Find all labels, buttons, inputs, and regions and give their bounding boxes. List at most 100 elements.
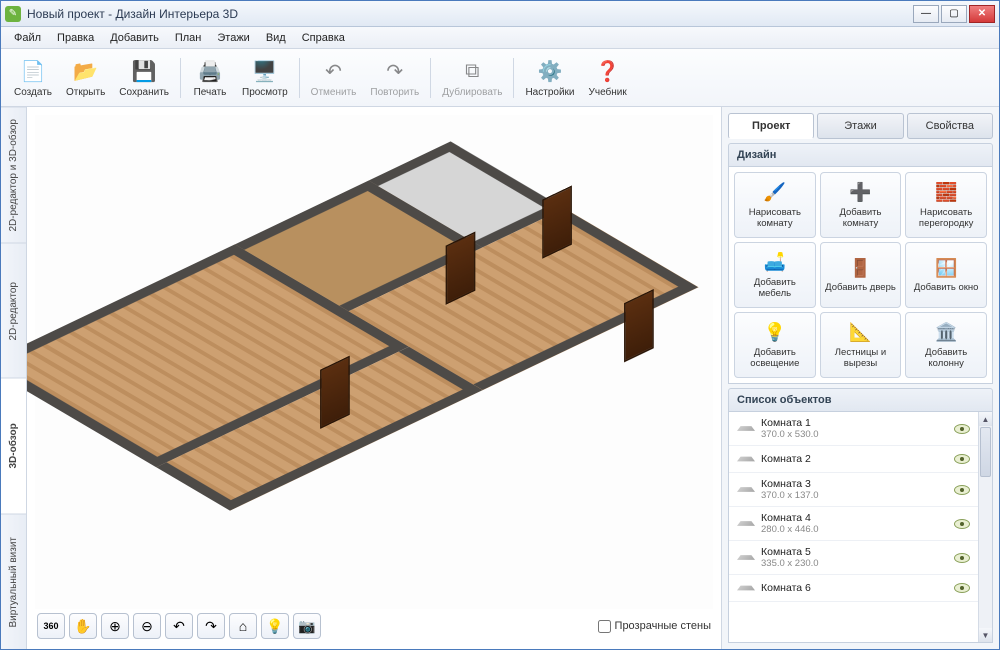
transparent-walls-label: Прозрачные стены — [615, 620, 711, 632]
minimize-button[interactable]: — — [913, 5, 939, 23]
left-tab-virtual[interactable]: Виртуальный визит — [1, 514, 26, 650]
visibility-eye-icon[interactable] — [954, 553, 970, 563]
preview-button[interactable]: 🖥️ Просмотр — [235, 54, 295, 101]
draw-room-icon: 🖌️ — [764, 182, 786, 204]
object-row[interactable]: Комната 5335.0 x 230.0 — [729, 541, 978, 575]
visibility-eye-icon[interactable] — [954, 454, 970, 464]
toolbar-separator — [180, 58, 181, 98]
visibility-eye-icon[interactable] — [954, 519, 970, 529]
redo-label: Повторить — [370, 87, 419, 98]
redo-icon: ↷ — [381, 57, 409, 85]
view-shot-button[interactable]: 📷 — [293, 613, 321, 639]
transparent-walls-input[interactable] — [598, 620, 611, 633]
tutorial-label: Учебник — [589, 87, 627, 98]
window-title: Новый проект - Дизайн Интерьера 3D — [27, 7, 913, 21]
visibility-eye-icon[interactable] — [954, 424, 970, 434]
titlebar: ✎ Новый проект - Дизайн Интерьера 3D — ▢… — [1, 1, 999, 27]
menu-справка[interactable]: Справка — [295, 30, 352, 46]
object-row[interactable]: Комната 2 — [729, 446, 978, 473]
view-home-button[interactable]: ⌂ — [229, 613, 257, 639]
menu-этажи[interactable]: Этажи — [210, 30, 256, 46]
undo-icon: ↶ — [320, 57, 348, 85]
visibility-eye-icon[interactable] — [954, 485, 970, 495]
add-furniture-label: Добавить мебель — [737, 277, 813, 299]
object-dimensions: 370.0 x 137.0 — [761, 490, 948, 501]
add-furniture-icon: 🛋️ — [764, 252, 786, 274]
preview-label: Просмотр — [242, 87, 288, 98]
panel-tab-project[interactable]: Проект — [728, 113, 814, 139]
tool-stairs[interactable]: 📐Лестницы и вырезы — [820, 312, 902, 378]
open-button[interactable]: 📂Открыть — [59, 54, 112, 101]
view-pan-button[interactable]: ✋ — [69, 613, 97, 639]
object-name: Комната 1 — [761, 417, 948, 429]
panel-tab-floors[interactable]: Этажи — [817, 113, 903, 139]
save-button[interactable]: 💾Сохранить — [112, 54, 176, 101]
view-zoomout-button[interactable]: ⊖ — [133, 613, 161, 639]
object-row[interactable]: Комната 4280.0 x 446.0 — [729, 507, 978, 541]
add-room-label: Добавить комнату — [823, 207, 899, 229]
objects-list[interactable]: Комната 1370.0 x 530.0 Комната 2 Комната 3… — [729, 412, 978, 642]
tool-draw-room[interactable]: 🖌️Нарисовать комнату — [734, 172, 816, 238]
print-button[interactable]: 🖨️ Печать — [185, 54, 235, 101]
menu-план[interactable]: План — [168, 30, 209, 46]
left-tab-2d[interactable]: 2D-редактор — [1, 243, 26, 379]
add-window-label: Добавить окно — [914, 282, 979, 293]
object-name: Комната 2 — [761, 453, 948, 465]
maximize-button[interactable]: ▢ — [941, 5, 967, 23]
design-section: Дизайн 🖌️Нарисовать комнату ➕ Добавить ком… — [728, 143, 993, 384]
undo-button: ↶Отменить — [304, 54, 364, 101]
room-icon — [737, 550, 755, 566]
panel-tab-props[interactable]: Свойства — [907, 113, 993, 139]
main-toolbar: 📄Создать📂Открыть💾Сохранить 🖨️ Печать 🖥️ Прос… — [1, 49, 999, 107]
add-room-icon: ➕ — [849, 182, 871, 204]
scroll-up-button[interactable]: ▲ — [979, 412, 992, 426]
tool-add-column[interactable]: 🏛️Добавить колонну — [905, 312, 987, 378]
preview-icon: 🖥️ — [251, 57, 279, 85]
left-tab-2d3d[interactable]: 2D-редактор и 3D-обзор — [1, 107, 26, 243]
view-light-button[interactable]: 💡 — [261, 613, 289, 639]
create-icon: 📄 — [19, 57, 47, 85]
close-button[interactable]: ✕ — [969, 5, 995, 23]
settings-button[interactable]: ⚙️ Настройки — [518, 54, 581, 101]
view-rotr-button[interactable]: ↷ — [197, 613, 225, 639]
add-window-icon: 🪟 — [935, 257, 957, 279]
menu-файл[interactable]: Файл — [7, 30, 48, 46]
view-zoomin-button[interactable]: ⊕ — [101, 613, 129, 639]
tutorial-button[interactable]: ❓Учебник — [582, 54, 634, 101]
door-3d — [446, 232, 476, 306]
door-3d — [320, 356, 350, 430]
tool-add-door[interactable]: 🚪Добавить дверь — [820, 242, 902, 308]
menu-добавить[interactable]: Добавить — [103, 30, 166, 46]
tool-add-window[interactable]: 🪟 Добавить окно — [905, 242, 987, 308]
tool-add-light[interactable]: 💡Добавить освещение — [734, 312, 816, 378]
print-icon: 🖨️ — [196, 57, 224, 85]
object-row[interactable]: Комната 3370.0 x 137.0 — [729, 473, 978, 507]
object-dimensions: 370.0 x 530.0 — [761, 429, 948, 440]
transparent-walls-checkbox[interactable]: Прозрачные стены — [598, 620, 711, 633]
right-panel-tabs: ПроектЭтажиСвойства — [728, 113, 993, 139]
print-label: Печать — [194, 87, 227, 98]
scroll-down-button[interactable]: ▼ — [979, 628, 992, 642]
menu-правка[interactable]: Правка — [50, 30, 101, 46]
3d-canvas[interactable] — [35, 115, 713, 609]
tool-add-furniture[interactable]: 🛋️ Добавить мебель — [734, 242, 816, 308]
room-icon — [737, 516, 755, 532]
left-tab-3d[interactable]: 3D-обзор — [1, 378, 26, 514]
design-header: Дизайн — [728, 143, 993, 167]
settings-label: Настройки — [525, 87, 574, 98]
tool-add-room[interactable]: ➕ Добавить комнату — [820, 172, 902, 238]
view-rotl-button[interactable]: ↶ — [165, 613, 193, 639]
toolbar-separator — [513, 58, 514, 98]
scroll-thumb[interactable] — [980, 427, 991, 477]
settings-icon: ⚙️ — [536, 57, 564, 85]
create-button[interactable]: 📄Создать — [7, 54, 59, 101]
object-row[interactable]: Комната 1370.0 x 530.0 — [729, 412, 978, 446]
menu-вид[interactable]: Вид — [259, 30, 293, 46]
viewport[interactable]: 360✋⊕⊖↶↷⌂💡📷 Прозрачные стены — [27, 107, 721, 649]
view-rot360-button[interactable]: 360 — [37, 613, 65, 639]
visibility-eye-icon[interactable] — [954, 583, 970, 593]
left-tabstrip: 2D-редактор и 3D-обзор2D-редактор3D-обзо… — [1, 107, 27, 649]
object-row[interactable]: Комната 6 — [729, 575, 978, 602]
tool-draw-partition[interactable]: 🧱Нарисовать перегородку — [905, 172, 987, 238]
objects-scrollbar[interactable]: ▲ ▼ — [978, 412, 992, 642]
